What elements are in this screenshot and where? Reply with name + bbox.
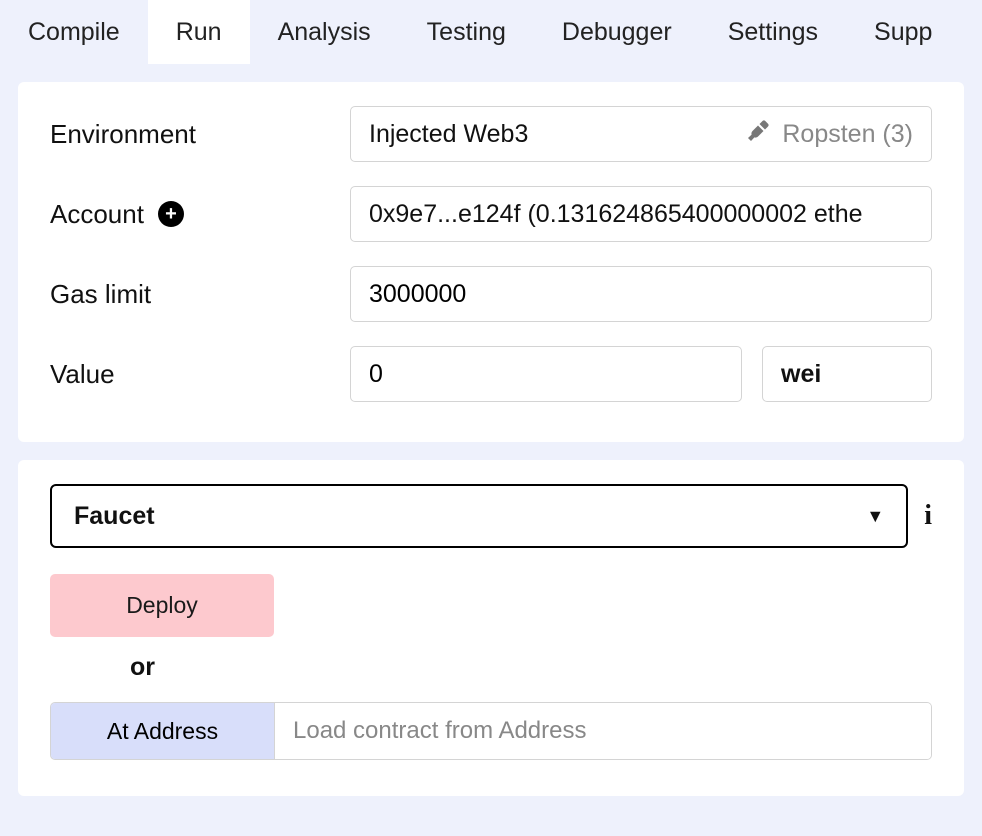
contract-address-input[interactable] [275, 703, 931, 759]
environment-network: Ropsten (3) [746, 119, 913, 150]
tab-bar: Compile Run Analysis Testing Debugger Se… [0, 0, 982, 64]
account-label: Account [50, 199, 144, 230]
deploy-panel: Faucet ▼ i Deploy or At Address [18, 460, 964, 796]
environment-select[interactable]: Injected Web3 Ropsten (3) [350, 106, 932, 162]
gas-limit-input[interactable] [369, 280, 913, 309]
at-address-button[interactable]: At Address [51, 703, 275, 759]
or-text: or [130, 653, 932, 682]
value-input[interactable] [369, 360, 723, 389]
contract-select[interactable]: Faucet ▼ [50, 484, 908, 548]
value-input-wrap [350, 346, 742, 402]
environment-value: Injected Web3 [369, 120, 528, 149]
tab-run[interactable]: Run [148, 0, 250, 64]
at-address-row: At Address [50, 702, 932, 760]
value-unit-select[interactable]: wei [762, 346, 932, 402]
contract-name: Faucet [74, 502, 155, 531]
add-account-icon[interactable]: + [158, 201, 184, 227]
run-settings-panel: Environment Injected Web3 Ropsten (3) Ac… [18, 82, 964, 442]
gas-limit-input-wrap [350, 266, 932, 322]
chevron-down-icon: ▼ [866, 506, 884, 527]
value-label: Value [50, 359, 350, 390]
tab-settings[interactable]: Settings [700, 0, 846, 64]
account-value: 0x9e7...e124f (0.131624865400000002 ethe [369, 200, 863, 229]
tab-support[interactable]: Supp [846, 0, 960, 64]
deploy-button[interactable]: Deploy [50, 574, 274, 637]
gas-limit-label: Gas limit [50, 279, 350, 310]
plug-icon [746, 119, 770, 150]
account-select[interactable]: 0x9e7...e124f (0.131624865400000002 ethe [350, 186, 932, 242]
value-unit: wei [781, 360, 821, 389]
tab-testing[interactable]: Testing [399, 0, 534, 64]
tab-debugger[interactable]: Debugger [534, 0, 700, 64]
environment-label: Environment [50, 119, 350, 150]
tab-analysis[interactable]: Analysis [250, 0, 399, 64]
info-icon[interactable]: i [924, 500, 932, 532]
tab-compile[interactable]: Compile [0, 0, 148, 64]
